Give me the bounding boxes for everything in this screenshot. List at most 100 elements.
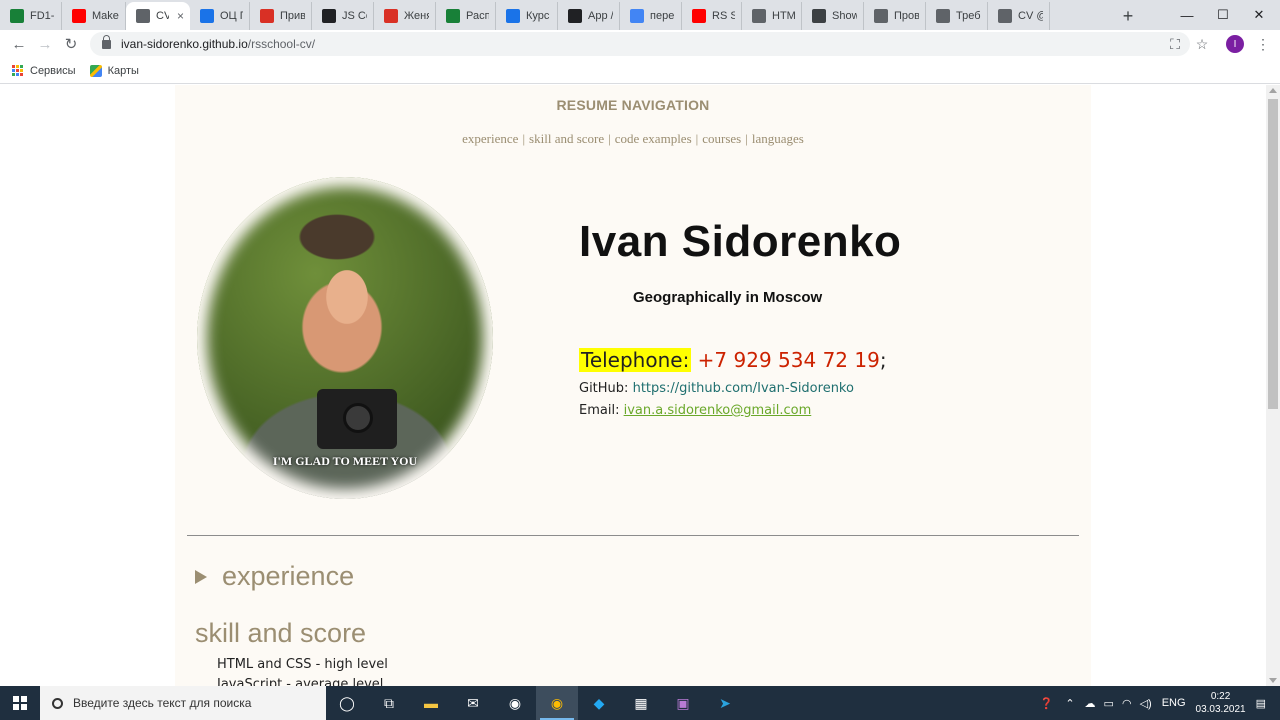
gmail-icon (384, 9, 398, 23)
translate-button[interactable]: ⛶ (1162, 30, 1188, 58)
system-tray: ❓ ⌃ ☁ ▭ ◠ ◁) ENG 0:22 03.03.2021 ▤ (1040, 686, 1280, 720)
page-scrollbar[interactable] (1266, 85, 1280, 686)
bookmark-label: Карты (107, 64, 139, 77)
scroll-down-icon[interactable] (1269, 678, 1277, 683)
tab-title: RS Sch (712, 10, 735, 22)
email-link[interactable]: ivan.a.sidorenko@gmail.com (624, 403, 812, 418)
browser-tab[interactable]: Showin (802, 2, 864, 30)
windows-taskbar: Введите здесь текст для поиска ◯ ⧉ ▬ ✉ ◉… (0, 686, 1280, 720)
bookmark-services[interactable]: Сервисы (12, 64, 76, 77)
nav-link-skills[interactable]: skill and score (529, 131, 604, 146)
tab-title: HTML (772, 10, 795, 22)
browser-tab[interactable]: Прове (864, 2, 926, 30)
browser-tab[interactable]: FD1-Be (0, 2, 62, 30)
url-host: ivan-sidorenko.github.io (121, 37, 248, 51)
vscode-button[interactable]: ◆ (578, 686, 620, 720)
chevron-up-icon[interactable]: ⌃ (1065, 697, 1074, 710)
forward-button[interactable]: → (32, 31, 58, 57)
wifi-icon[interactable]: ◠ (1122, 697, 1132, 710)
globe-icon (136, 9, 150, 23)
nav-link-courses[interactable]: courses (702, 131, 741, 146)
nav-link-experience[interactable]: experience (462, 131, 518, 146)
close-window-button[interactable]: ✕ (1236, 0, 1280, 30)
photos-button[interactable]: ▣ (662, 686, 704, 720)
avatar: I (1226, 35, 1244, 53)
file-explorer-button[interactable]: ▬ (410, 686, 452, 720)
browser-tab[interactable]: CV × (126, 2, 190, 30)
youtube-icon (692, 9, 706, 23)
site-icon (260, 9, 274, 23)
vpn-button[interactable]: ◉ (494, 686, 536, 720)
browser-tab[interactable]: Maket (62, 2, 126, 30)
sheets-icon (446, 9, 460, 23)
browser-tab[interactable]: CV @ (988, 2, 1050, 30)
browser-tab[interactable]: ОЦ ПВ (190, 2, 250, 30)
task-view-button-2[interactable]: ⧉ (368, 686, 410, 720)
calculator-button[interactable]: ▦ (620, 686, 662, 720)
tab-title: Женя (404, 10, 429, 22)
scroll-up-icon[interactable] (1269, 88, 1277, 93)
nav-separator: | (608, 131, 611, 146)
browser-tab[interactable]: Распис (436, 2, 496, 30)
browser-tab[interactable]: RS Sch (682, 2, 742, 30)
profile-button[interactable]: I (1222, 30, 1248, 58)
telephone-row: Telephone: +7 929 534 72 19; (579, 348, 887, 372)
clock-date: 03.03.2021 (1195, 704, 1246, 715)
nav-link-code-examples[interactable]: code examples (615, 131, 692, 146)
volume-icon[interactable]: ◁) (1140, 697, 1152, 710)
github-row: GitHub: https://github.com/Ivan-Sidorenk… (579, 381, 854, 396)
notifications-icon[interactable]: ▤ (1256, 697, 1266, 710)
new-tab-button[interactable]: + (1114, 2, 1142, 30)
site-icon (812, 9, 826, 23)
arrow-right-icon: → (37, 35, 53, 53)
experience-disclosure[interactable]: experience (195, 561, 354, 592)
help-icon[interactable]: ❓ (1040, 697, 1054, 710)
language-indicator[interactable]: ENG (1162, 697, 1186, 709)
github-link[interactable]: https://github.com/Ivan-Sidorenko (633, 381, 854, 396)
start-button[interactable] (0, 686, 40, 720)
tab-title: Требо (956, 10, 981, 22)
address-bar[interactable]: ivan-sidorenko.github.io/rsschool-cv/ (90, 32, 1190, 56)
battery-icon[interactable]: ▭ (1104, 697, 1114, 710)
tab-title: Курс Ja (526, 10, 551, 22)
taskbar-search[interactable]: Введите здесь текст для поиска (40, 686, 326, 720)
youtube-icon (72, 9, 86, 23)
telephone-link[interactable]: +7 929 534 72 19 (698, 348, 880, 372)
google-icon (630, 9, 644, 23)
email-row: Email: ivan.a.sidorenko@gmail.com (579, 403, 811, 418)
browser-tab[interactable]: Женя (374, 2, 436, 30)
menu-button[interactable]: ⋮ (1250, 30, 1276, 58)
globe-icon (936, 9, 950, 23)
file-explorer-icon: ▬ (424, 695, 438, 711)
scrollbar-thumb[interactable] (1268, 99, 1278, 409)
browser-tab[interactable]: Курс Ja (496, 2, 558, 30)
telegram-button[interactable]: ➤ (704, 686, 746, 720)
bookmark-star-button[interactable]: ☆ (1189, 30, 1215, 58)
reload-icon: ↻ (64, 36, 78, 53)
chrome-button[interactable]: ◉ (536, 686, 578, 720)
mail-button[interactable]: ✉ (452, 686, 494, 720)
full-name-heading: Ivan Sidorenko (579, 217, 902, 266)
github-label: GitHub: (579, 381, 629, 396)
back-button[interactable]: ← (6, 31, 32, 57)
network-icon[interactable]: ☁ (1085, 697, 1096, 710)
nav-link-languages[interactable]: languages (752, 131, 804, 146)
browser-tab[interactable]: HTML (742, 2, 802, 30)
task-view-button[interactable]: ◯ (326, 686, 368, 720)
reload-button[interactable]: ↻ (58, 31, 84, 57)
close-tab-icon[interactable]: × (177, 9, 184, 23)
browser-tab[interactable]: Требо (926, 2, 988, 30)
rs-icon (322, 9, 336, 23)
tab-title: JS Cou (342, 10, 367, 22)
bookmark-maps[interactable]: Карты (89, 64, 139, 77)
browser-tab[interactable]: JS Cou (312, 2, 374, 30)
kebab-menu-icon: ⋮ (1256, 35, 1270, 52)
browser-tab[interactable]: App / (558, 2, 620, 30)
globe-icon (874, 9, 888, 23)
telephone-label: Telephone: (579, 348, 692, 372)
telephone-suffix: ; (879, 348, 887, 372)
browser-tab[interactable]: Приве (250, 2, 312, 30)
bookmark-label: Сервисы (30, 64, 76, 77)
browser-tab[interactable]: перев (620, 2, 682, 30)
clock[interactable]: 0:22 03.03.2021 (1196, 690, 1246, 716)
